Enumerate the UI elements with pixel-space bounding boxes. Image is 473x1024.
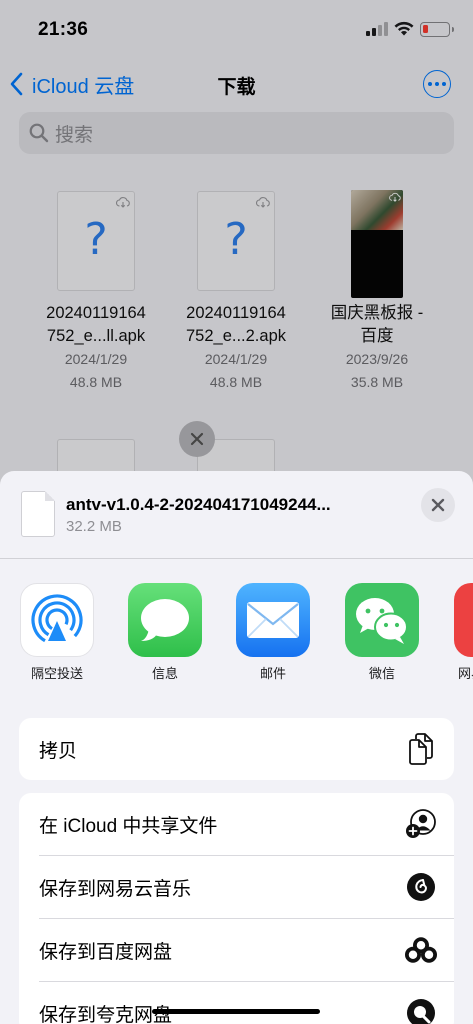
mail-icon xyxy=(236,583,310,657)
person-add-icon xyxy=(405,808,437,840)
actions-card: 在 iCloud 中共享文件 保存到网易云音乐 保存到百度网盘 保存到夸克网盘 xyxy=(19,793,454,1024)
action-label: 拷贝 xyxy=(39,740,78,762)
shared-file-name: antv-v1.0.4-2-202404171049244... xyxy=(66,495,331,514)
shared-file-size: 32.2 MB xyxy=(66,518,122,535)
close-icon xyxy=(431,498,445,512)
app-label: 信息 xyxy=(151,666,178,681)
app-label: 隔空投送 xyxy=(30,666,83,681)
messages-icon xyxy=(128,583,202,657)
app-label: 邮件 xyxy=(259,666,286,681)
save-to-baidu-action[interactable]: 保存到百度网盘 xyxy=(19,919,454,981)
document-icon xyxy=(21,491,55,537)
share-apps-row: 隔空投送 信息 邮件 微信 网 xyxy=(0,583,473,683)
share-in-icloud-action[interactable]: 在 iCloud 中共享文件 xyxy=(19,793,454,855)
netease-music-icon xyxy=(454,583,473,657)
copy-action[interactable]: 拷贝 xyxy=(19,718,454,780)
app-label: 网易 xyxy=(458,666,473,681)
app-label: 微信 xyxy=(368,666,395,681)
copy-icon xyxy=(405,733,437,765)
home-indicator[interactable] xyxy=(152,1009,320,1014)
airdrop-icon xyxy=(20,583,94,657)
close-share-sheet-button[interactable] xyxy=(421,488,455,522)
quark-icon xyxy=(405,997,437,1024)
save-to-netease-action[interactable]: 保存到网易云音乐 xyxy=(19,856,454,918)
share-sheet: antv-v1.0.4-2-202404171049244... 32.2 MB… xyxy=(0,471,473,1024)
wechat-icon xyxy=(345,583,419,657)
copy-card: 拷贝 xyxy=(19,718,454,780)
share-sheet-header: antv-v1.0.4-2-202404171049244... 32.2 MB xyxy=(0,471,473,559)
save-to-quark-action[interactable]: 保存到夸克网盘 xyxy=(19,982,454,1024)
action-label: 保存到网易云音乐 xyxy=(39,878,192,900)
action-label: 保存到百度网盘 xyxy=(39,941,173,963)
action-label: 在 iCloud 中共享文件 xyxy=(39,815,218,837)
baidu-netdisk-icon xyxy=(405,934,437,966)
netease-music-icon xyxy=(405,871,437,903)
